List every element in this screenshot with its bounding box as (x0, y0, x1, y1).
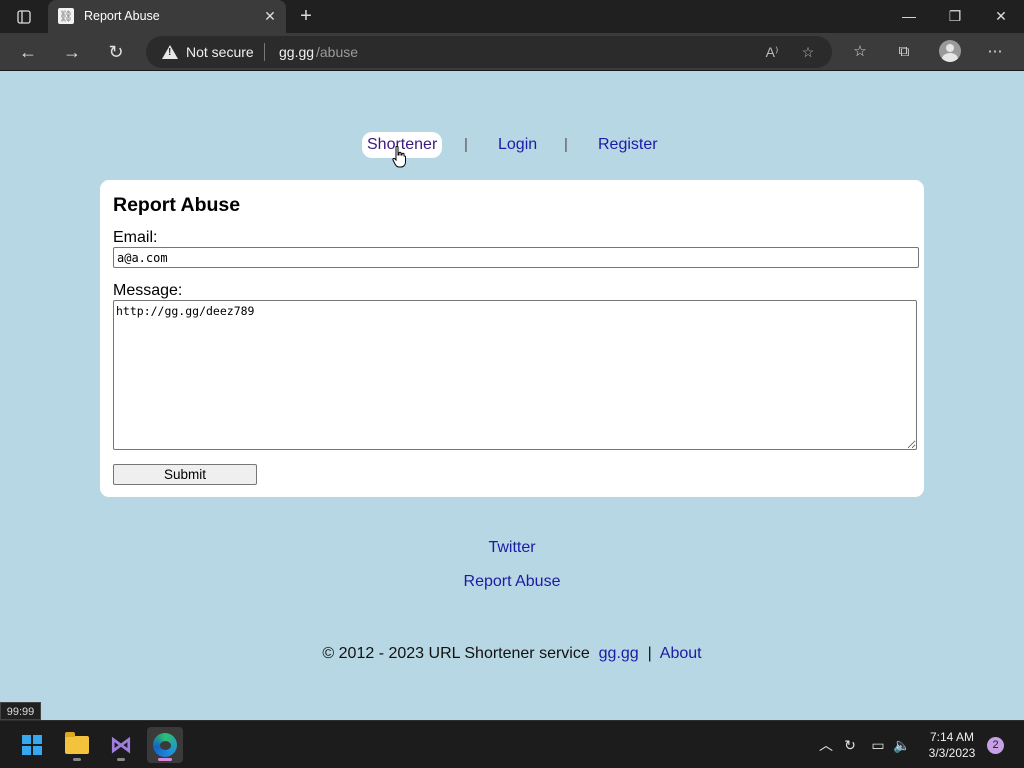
report-abuse-card: Report Abuse Email: Message: http://gg.g… (100, 180, 924, 497)
folder-icon (65, 732, 89, 754)
more-menu-icon[interactable]: ⋯ (984, 41, 1006, 63)
forward-arrow-icon[interactable]: → (60, 40, 84, 64)
taskbar-file-explorer[interactable] (59, 727, 95, 763)
tab-actions-icon-svg (17, 10, 31, 24)
message-label: Message: (113, 282, 183, 299)
minimize-icon[interactable]: — (886, 0, 932, 33)
email-label: Email: (113, 229, 158, 246)
clock-date: 3/3/2023 (928, 746, 976, 760)
footer-separator: | (647, 645, 652, 662)
running-indicator (158, 758, 172, 761)
browser-tab[interactable]: ⛓ Report Abuse ✕ (48, 0, 286, 33)
about-link[interactable]: About (660, 645, 702, 662)
taskbar-edge[interactable] (147, 727, 183, 763)
system-clock[interactable]: 7:14 AM 3/3/2023 (918, 729, 986, 761)
nav-link-register[interactable]: Register (598, 132, 658, 158)
start-button[interactable] (14, 727, 50, 763)
twitter-link[interactable]: Twitter (488, 539, 535, 556)
browser-toolbar: ← → ↻ Not secure gg.gg /abuse A⁾ ☆ ☆ ⧉ ⋯ (0, 33, 1024, 71)
email-field[interactable] (113, 247, 919, 268)
add-favorite-icon[interactable]: ☆ (798, 42, 818, 62)
refresh-icon[interactable]: ↻ (104, 40, 128, 64)
taskbar-visual-studio[interactable]: ⋈ (103, 727, 139, 763)
running-indicator (117, 758, 125, 761)
visual-studio-icon: ⋈ (110, 732, 132, 757)
message-field[interactable]: http://gg.gg/deez789 (113, 300, 917, 450)
back-arrow-icon[interactable]: ← (16, 40, 40, 64)
footer-report-row: Report Abuse (0, 573, 1024, 591)
security-label[interactable]: Not secure (186, 44, 254, 60)
nav-separator: | (564, 136, 568, 153)
new-tab-icon[interactable]: + (296, 6, 316, 26)
status-tooltip: 99:99 (0, 702, 41, 720)
site-link[interactable]: gg.gg (599, 645, 639, 662)
report-abuse-link[interactable]: Report Abuse (464, 573, 561, 590)
copyright-text: © 2012 - 2023 URL Shortener service (322, 645, 590, 662)
page-title: Report Abuse (113, 194, 241, 216)
url-host[interactable]: gg.gg (279, 44, 314, 60)
favorites-icon[interactable]: ☆ (849, 41, 871, 63)
volume-icon[interactable]: 🔈 (892, 735, 912, 755)
clock-time: 7:14 AM (929, 730, 975, 744)
nav-separator: | (464, 136, 468, 153)
copyright-row: © 2012 - 2023 URL Shortener service gg.g… (0, 645, 1024, 663)
taskbar: ⋈ ︿ ↻ ▭ 🔈 7:14 AM 3/3/2023 2 (0, 720, 1024, 768)
collections-icon[interactable]: ⧉ (893, 41, 915, 63)
read-aloud-icon[interactable]: A⁾ (762, 42, 782, 62)
hand-cursor-icon (392, 146, 406, 168)
footer-twitter-row: Twitter (0, 539, 1024, 557)
windows-logo-icon (22, 735, 42, 755)
profile-avatar-icon[interactable] (939, 40, 961, 62)
tab-actions-icon[interactable] (10, 8, 38, 26)
tray-chevron-up-icon[interactable]: ︿ (816, 735, 836, 755)
restore-icon[interactable]: ❐ (932, 0, 978, 33)
network-icon[interactable]: ▭ (868, 735, 888, 755)
submit-button[interactable]: Submit (113, 464, 257, 485)
tab-close-icon[interactable]: ✕ (262, 8, 278, 24)
address-bar[interactable]: Not secure gg.gg /abuse A⁾ ☆ (146, 36, 832, 68)
browser-titlebar: ⛓ Report Abuse ✕ + — ❐ ✕ (0, 0, 1024, 33)
address-separator (264, 43, 265, 61)
url-path[interactable]: /abuse (316, 44, 358, 60)
window-close-icon[interactable]: ✕ (978, 0, 1024, 33)
warning-icon[interactable] (162, 45, 178, 59)
sync-icon[interactable]: ↻ (840, 735, 860, 755)
page-favicon-icon: ⛓ (58, 8, 74, 24)
tab-title: Report Abuse (84, 9, 160, 23)
nav-link-login[interactable]: Login (498, 132, 537, 158)
notification-badge[interactable]: 2 (987, 737, 1004, 754)
running-indicator (73, 758, 81, 761)
edge-browser-icon (153, 733, 177, 757)
top-nav: Shortener | Login | Register (0, 132, 1024, 158)
